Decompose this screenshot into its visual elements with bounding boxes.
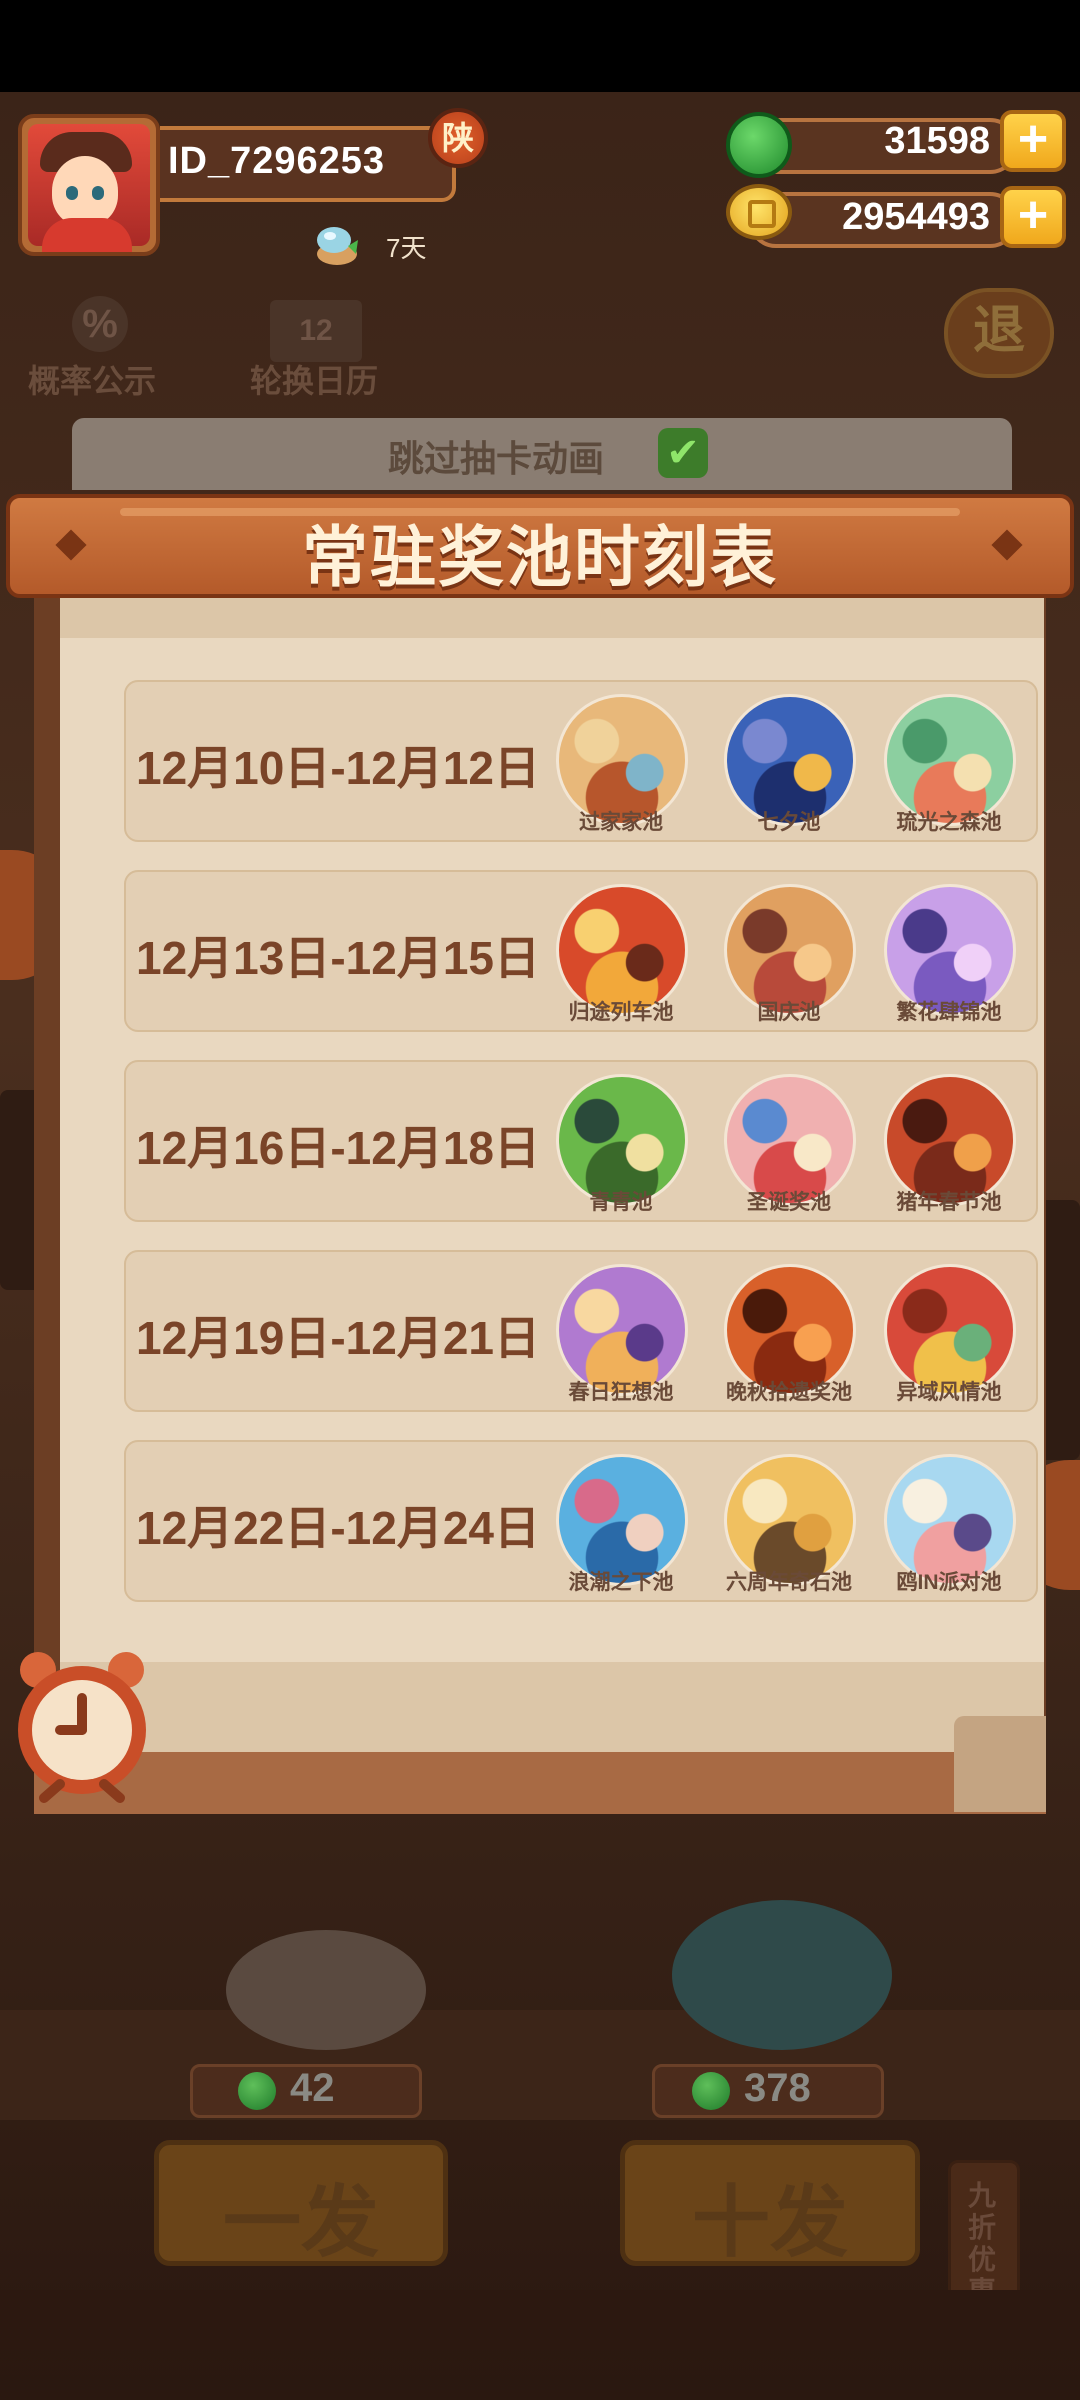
pool-name: 过家家池: [579, 811, 663, 834]
coin-icon: [726, 184, 792, 240]
pet-fish-left: [226, 1930, 426, 2050]
pool-name: 六周年奇石池: [726, 1571, 852, 1594]
single-draw-cost: 42: [290, 2066, 335, 2110]
ten-draw-label: 十发: [691, 2178, 848, 2266]
pool-name: 鸥IN派对池: [896, 1571, 1002, 1594]
schedule-date: 12月13日-12月15日: [136, 932, 540, 984]
skip-animation-checkbox[interactable]: ✔: [658, 428, 708, 478]
schedule-date: 12月19日-12月21日: [136, 1312, 540, 1364]
discount-label: 九折优惠: [967, 2180, 996, 2307]
probability-button[interactable]: 概率公示: [28, 356, 156, 402]
days-remaining: 7天: [386, 233, 427, 263]
add-gems-button[interactable]: +: [1000, 110, 1066, 172]
ten-draw-cost: 378: [744, 2066, 811, 2110]
pool-name: 猪年春节池: [896, 1191, 1002, 1214]
single-draw-label: 一发: [222, 2178, 379, 2266]
gem-icon: [726, 112, 792, 178]
player-id: ID_7296253: [168, 140, 386, 182]
avatar[interactable]: [18, 114, 160, 256]
exit-button[interactable]: 退: [944, 288, 1054, 378]
bucket-icon: [317, 227, 358, 265]
pool-name: 青青池: [589, 1191, 653, 1214]
pool-name: 春日狂想池: [568, 1381, 674, 1404]
schedule-date: 12月10日-12月12日: [136, 742, 540, 794]
pool-name: 圣诞奖池: [747, 1191, 831, 1214]
pool-name: 异域风情池: [896, 1381, 1002, 1404]
pool-name: 琉光之森池: [896, 811, 1002, 834]
paper-curl: [954, 1716, 1046, 1812]
pool-name: 归途列车池: [568, 1001, 674, 1024]
schedule-paper-footer: [60, 1662, 1044, 1756]
region-badge[interactable]: 陕: [428, 108, 488, 168]
pool-name: 晚秋拾遗奖池: [726, 1381, 852, 1404]
schedule-date: 12月16日-12月18日: [136, 1122, 540, 1174]
avatar-face: [52, 156, 118, 226]
avatar-body: [42, 218, 132, 252]
pet-fish-right: [672, 1900, 892, 2050]
pool-name: 浪潮之下池: [568, 1571, 674, 1594]
schedule-title: 常驻奖池时刻表: [302, 520, 778, 594]
pool-name: 七夕池: [757, 811, 821, 834]
add-coins-button[interactable]: +: [1000, 186, 1066, 248]
status-bar-area: [0, 0, 1080, 92]
skip-animation-label: 跳过抽卡动画: [388, 438, 605, 479]
schedule-paper-top: [60, 598, 1044, 638]
pet-shelf: [0, 2010, 1080, 2120]
pool-name: 国庆池: [757, 1001, 821, 1024]
bottom-rail: [0, 2290, 1080, 2350]
calendar-icon: 12: [270, 300, 362, 362]
pool-name: 繁花肆锦池: [896, 1001, 1002, 1024]
gem-icon: [238, 2072, 276, 2110]
probability-icon: %: [72, 296, 128, 352]
schedule-date: 12月22日-12月24日: [136, 1502, 540, 1554]
avatar-eye: [66, 186, 78, 200]
alarm-clock-icon[interactable]: [4, 1648, 160, 1804]
gem-icon: [692, 2072, 730, 2110]
rotation-calendar-button[interactable]: 轮换日历: [250, 356, 378, 402]
schedule-panel-bottom: [34, 1752, 1046, 1814]
avatar-eye: [92, 186, 104, 200]
